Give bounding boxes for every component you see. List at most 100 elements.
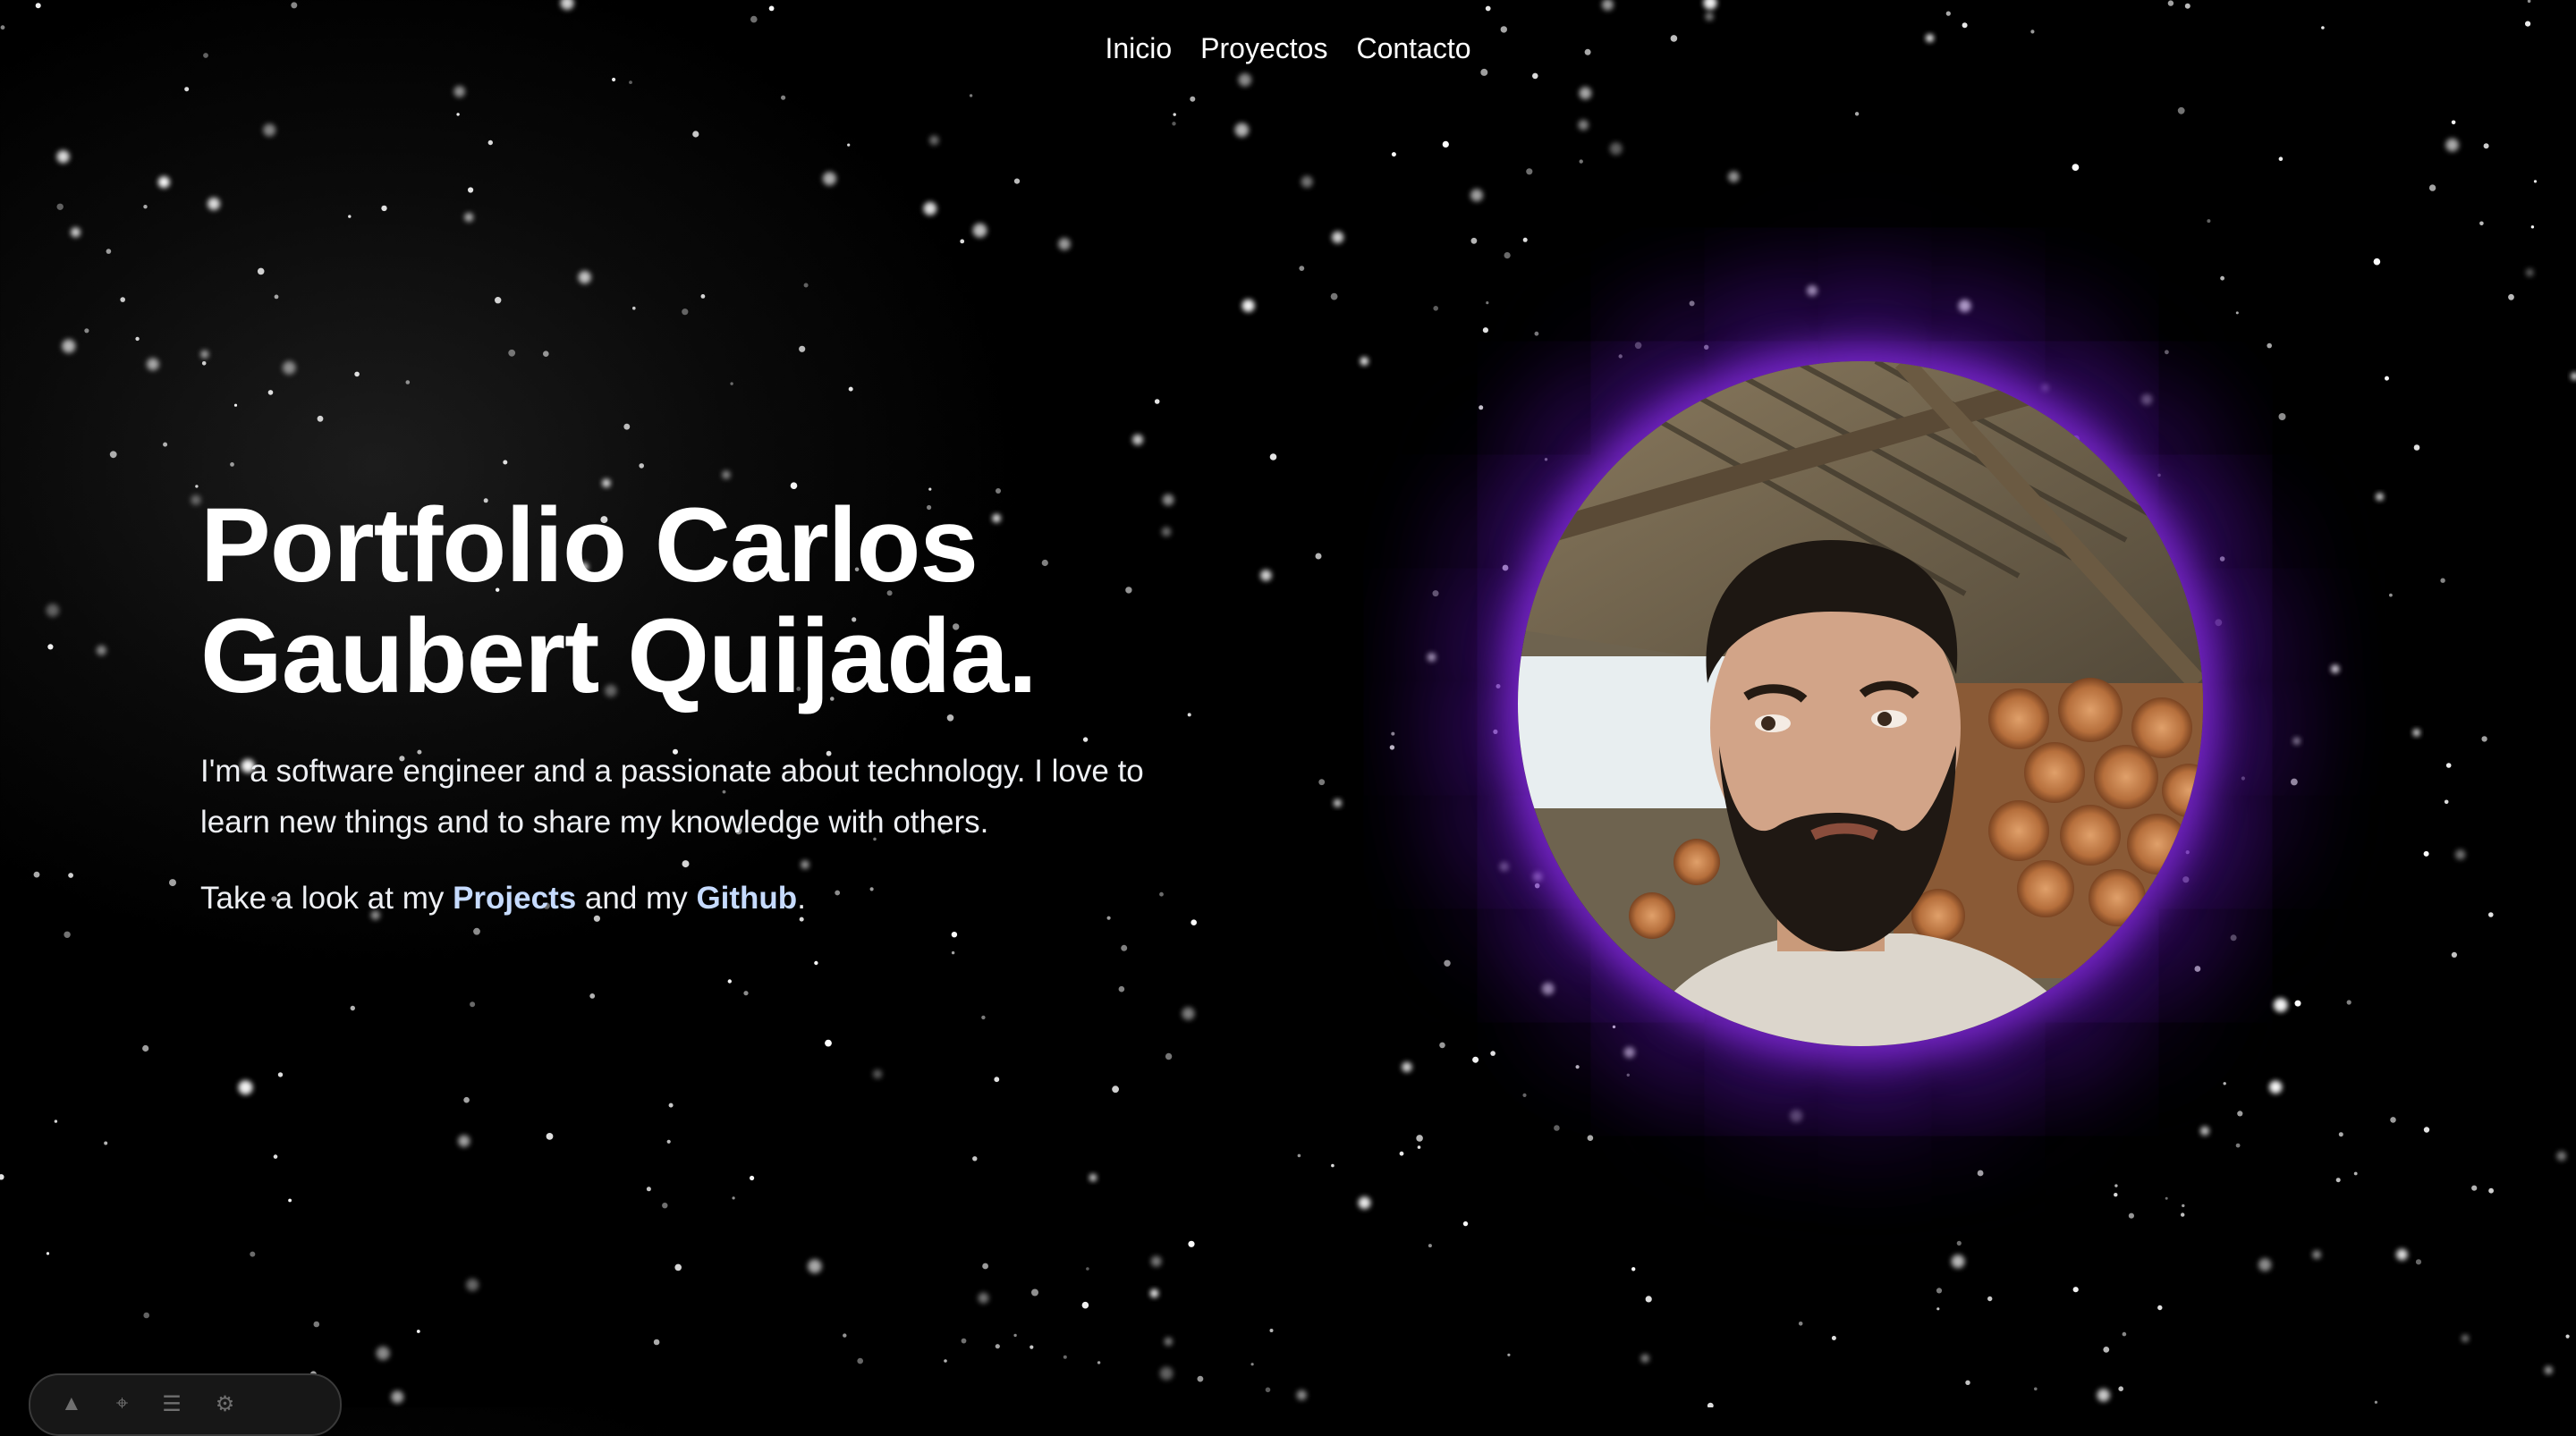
star xyxy=(2122,1331,2127,1337)
star xyxy=(1507,1353,1511,1356)
star xyxy=(1269,1329,1274,1332)
star xyxy=(1496,684,1501,688)
star xyxy=(2220,275,2225,281)
star xyxy=(1112,1085,1119,1094)
star xyxy=(2167,0,2174,6)
star xyxy=(2312,1250,2321,1259)
star xyxy=(1188,1240,1195,1247)
star xyxy=(1623,1046,1636,1059)
star xyxy=(508,349,516,357)
star xyxy=(2181,1212,2185,1217)
star xyxy=(727,979,732,984)
star xyxy=(2455,849,2466,860)
star xyxy=(1159,1366,1174,1381)
star xyxy=(1479,405,1484,410)
star xyxy=(143,1312,149,1319)
star xyxy=(0,25,5,30)
star xyxy=(2294,1000,2301,1007)
star xyxy=(230,462,234,467)
star xyxy=(2530,225,2535,229)
star xyxy=(184,87,190,92)
star xyxy=(1332,231,1344,243)
star xyxy=(1790,1109,1803,1123)
nav-item-proyectos[interactable]: Proyectos xyxy=(1200,32,1327,65)
star xyxy=(722,470,731,479)
star xyxy=(1399,1151,1404,1156)
star xyxy=(994,1077,1000,1083)
star xyxy=(1402,1061,1412,1073)
star xyxy=(1118,985,1125,993)
star xyxy=(847,143,851,147)
star xyxy=(981,1015,986,1020)
star xyxy=(2376,493,2384,501)
nav-item-inicio[interactable]: Inicio xyxy=(1105,32,1172,65)
star xyxy=(857,1357,863,1364)
star xyxy=(1987,1296,1993,1302)
star xyxy=(1265,1387,1271,1393)
projects-link[interactable]: Projects xyxy=(453,881,576,916)
star xyxy=(416,1330,420,1333)
star xyxy=(2194,966,2201,972)
star xyxy=(62,339,76,353)
star xyxy=(1612,1025,1616,1029)
star xyxy=(1330,292,1338,300)
astro-icon[interactable]: ▲ xyxy=(61,1391,82,1416)
star xyxy=(1490,1051,1496,1056)
star xyxy=(1831,1336,1836,1340)
star xyxy=(2479,221,2484,226)
star xyxy=(1296,1390,1307,1400)
star xyxy=(1609,142,1623,156)
star xyxy=(1013,178,1021,184)
star xyxy=(473,927,480,935)
star xyxy=(951,932,958,938)
github-link[interactable]: Github xyxy=(696,881,797,916)
star xyxy=(972,223,987,238)
star xyxy=(803,283,809,288)
star xyxy=(2278,156,2284,161)
star xyxy=(1554,1125,1560,1131)
gear-icon[interactable]: ⚙ xyxy=(216,1391,235,1417)
star xyxy=(1121,944,1128,951)
star xyxy=(2488,1187,2495,1194)
menu-icon[interactable]: ☰ xyxy=(162,1391,182,1417)
star xyxy=(2267,342,2272,349)
star xyxy=(1936,1288,1943,1294)
star xyxy=(1097,1361,1101,1364)
star xyxy=(2114,1184,2118,1187)
star xyxy=(208,198,220,210)
star xyxy=(730,382,733,385)
star xyxy=(978,1292,989,1304)
star xyxy=(250,1251,256,1257)
star xyxy=(960,239,965,244)
star xyxy=(2207,219,2211,224)
star xyxy=(1798,1322,1803,1326)
star xyxy=(2440,578,2445,583)
nav-item-contacto[interactable]: Contacto xyxy=(1356,32,1470,65)
star xyxy=(200,350,209,359)
star xyxy=(1260,570,1272,581)
star xyxy=(2373,258,2381,266)
star xyxy=(1132,434,1143,445)
star xyxy=(1480,68,1488,76)
star xyxy=(288,1198,292,1203)
star xyxy=(623,423,631,430)
star xyxy=(169,879,176,887)
star xyxy=(612,77,616,82)
star xyxy=(2423,1127,2430,1133)
star xyxy=(317,415,324,422)
star xyxy=(2273,998,2288,1012)
star xyxy=(456,113,460,116)
star xyxy=(1172,122,1176,126)
top-navigation: Inicio Proyectos Contacto xyxy=(0,32,2576,65)
star xyxy=(2488,912,2494,917)
star xyxy=(2230,934,2237,942)
star xyxy=(808,1259,822,1273)
star xyxy=(1541,982,1555,995)
star xyxy=(825,1039,832,1047)
star xyxy=(2374,1400,2377,1404)
star xyxy=(1472,1056,1479,1063)
inspect-icon[interactable]: ⌖ xyxy=(116,1391,129,1416)
star xyxy=(1241,299,1255,312)
star xyxy=(2415,1259,2422,1265)
star xyxy=(1704,344,1709,350)
